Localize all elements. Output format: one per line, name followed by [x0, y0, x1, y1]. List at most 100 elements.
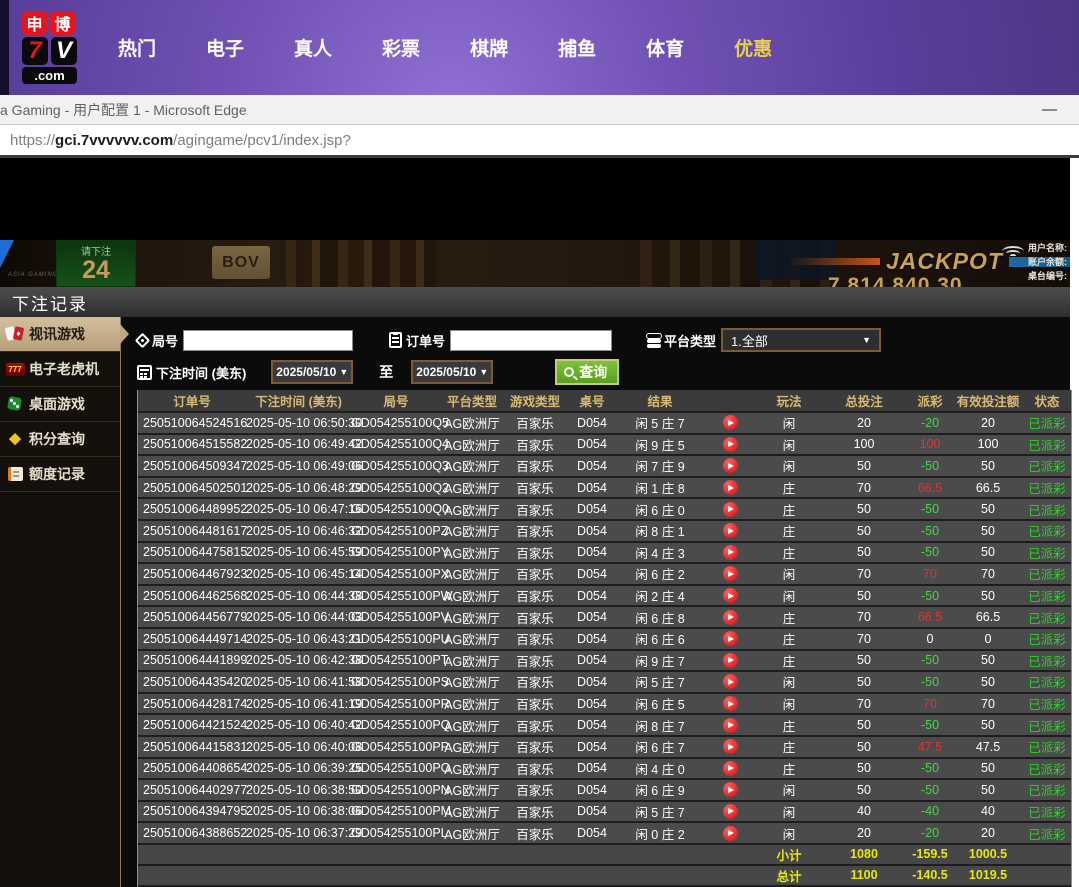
cell-order: 250510064524516: [138, 416, 246, 430]
cell-time: 2025-05-10 06:41:58: [246, 675, 351, 689]
cell-time: 2025-05-10 06:41:19: [246, 697, 351, 711]
cell-valid: 20: [953, 416, 1023, 430]
cell-payout: 0: [907, 632, 953, 646]
play-cell: [703, 480, 757, 495]
cell-result: 闲 9 庄 5: [617, 435, 703, 454]
cell-round: GD054255100PQ: [351, 718, 441, 732]
search-button[interactable]: 查询: [555, 359, 619, 385]
platform-select[interactable]: 1.全部 ▼: [721, 328, 881, 352]
cell-valid: 70: [953, 567, 1023, 581]
cell-time: 2025-05-10 06:48:29: [246, 481, 351, 495]
wifi-icon: [1002, 246, 1024, 262]
cell-tableno: D054: [567, 437, 617, 451]
replay-play-icon[interactable]: [723, 653, 738, 668]
replay-play-icon[interactable]: [723, 696, 738, 711]
cell-bet-on: 闲: [757, 413, 821, 432]
cell-round: GD054255100Q2: [351, 481, 441, 495]
cell-time: 2025-05-10 06:49:06: [246, 459, 351, 473]
play-cell: [703, 631, 757, 646]
cell-payout: -20: [907, 826, 953, 840]
replay-play-icon[interactable]: [723, 739, 738, 754]
address-url[interactable]: https://gci.7vvvvvv.com/agingame/pcv1/in…: [10, 132, 351, 149]
cell-total: 50: [821, 675, 907, 689]
table-row: 2505100645093472025-05-10 06:49:06GD0542…: [138, 456, 1071, 478]
date-from-picker[interactable]: 2025/05/10 ▼: [271, 360, 353, 384]
to-label: 至: [379, 362, 393, 382]
site-logo[interactable]: 申 博 7 V .com: [22, 11, 77, 84]
play-cell: [703, 674, 757, 689]
search-icon: [564, 367, 574, 377]
cell-total: 50: [821, 653, 907, 667]
replay-play-icon[interactable]: [723, 761, 738, 776]
sidebar-item-积分查询[interactable]: 积分查询: [0, 422, 120, 457]
sidebar-item-label: 桌面游戏: [29, 394, 85, 414]
replay-play-icon[interactable]: [723, 437, 738, 452]
table-row: 2505100644567792025-05-10 06:44:03GD0542…: [138, 607, 1071, 629]
nav-item-体育[interactable]: 体育: [621, 34, 709, 61]
nav-item-热门[interactable]: 热门: [93, 34, 181, 61]
page-title-bar: 下注记录: [0, 287, 1070, 317]
content-area: 局号 订单号 平台类型 1.全部 ▼ 下注时间 (美东) 2025/05/10 …: [121, 317, 1072, 887]
replay-play-icon[interactable]: [723, 610, 738, 625]
column-header: 玩法: [757, 391, 821, 410]
play-cell: [703, 610, 757, 625]
column-header: 结果: [617, 391, 703, 410]
sidebar-item-label: 额度记录: [29, 464, 85, 484]
active-arrow-icon: [120, 324, 129, 344]
replay-play-icon[interactable]: [723, 480, 738, 495]
cell-total: 50: [821, 459, 907, 473]
cell-result: 闲 5 庄 7: [617, 672, 703, 691]
column-header: 总投注: [821, 391, 907, 410]
cell-valid: 40: [953, 804, 1023, 818]
nav-item-电子[interactable]: 电子: [181, 34, 269, 61]
replay-play-icon[interactable]: [723, 502, 738, 517]
play-cell: [703, 718, 757, 733]
cell-total: 50: [821, 502, 907, 516]
replay-play-icon[interactable]: [723, 415, 738, 430]
nav-item-捕鱼[interactable]: 捕鱼: [533, 34, 621, 61]
cell-tableno: D054: [567, 459, 617, 473]
column-header: 游戏类型: [503, 391, 567, 410]
browser-urlbar[interactable]: https://gci.7vvvvvv.com/agingame/pcv1/in…: [0, 125, 1079, 158]
date-to-picker[interactable]: 2025/05/10 ▼: [411, 360, 493, 384]
cell-result: 闲 5 庄 7: [617, 413, 703, 432]
cell-platform: AG欧洲厅: [441, 780, 503, 799]
order-input[interactable]: [450, 330, 612, 351]
replay-play-icon[interactable]: [723, 545, 738, 560]
sidebar-menu: 视讯游戏电子老虎机桌面游戏积分查询额度记录: [0, 317, 121, 887]
sidebar-item-桌面游戏[interactable]: 桌面游戏: [0, 387, 120, 422]
cell-game: 百家乐: [503, 586, 567, 605]
cell-game: 百家乐: [503, 521, 567, 540]
replay-play-icon[interactable]: [723, 566, 738, 581]
summary-valid: 1019.5: [953, 868, 1023, 882]
cell-round: GD054255100PS: [351, 675, 441, 689]
nav-item-棋牌[interactable]: 棋牌: [445, 34, 533, 61]
nav-item-彩票[interactable]: 彩票: [357, 34, 445, 61]
cell-tableno: D054: [567, 718, 617, 732]
replay-play-icon[interactable]: [723, 804, 738, 819]
cell-time: 2025-05-10 06:38:50: [246, 783, 351, 797]
cell-round: GD054255100PM: [351, 804, 441, 818]
replay-play-icon[interactable]: [723, 523, 738, 538]
nav-item-真人[interactable]: 真人: [269, 34, 357, 61]
cell-payout: -50: [907, 502, 953, 516]
replay-play-icon[interactable]: [723, 782, 738, 797]
cell-status: 已派彩: [1023, 802, 1071, 821]
sidebar-item-电子老虎机[interactable]: 电子老虎机: [0, 352, 120, 387]
cell-time: 2025-05-10 06:43:21: [246, 632, 351, 646]
replay-play-icon[interactable]: [723, 674, 738, 689]
replay-play-icon[interactable]: [723, 588, 738, 603]
replay-play-icon[interactable]: [723, 631, 738, 646]
replay-play-icon[interactable]: [723, 458, 738, 473]
minimize-icon[interactable]: [1042, 109, 1057, 111]
window-title: a Gaming - 用户配置 1 - Microsoft Edge: [0, 100, 247, 120]
sidebar-item-视讯游戏[interactable]: 视讯游戏: [0, 317, 120, 352]
sidebar-item-额度记录[interactable]: 额度记录: [0, 457, 120, 492]
replay-play-icon[interactable]: [723, 826, 738, 841]
round-input[interactable]: [183, 330, 353, 351]
cell-result: 闲 5 庄 7: [617, 802, 703, 821]
cell-game: 百家乐: [503, 651, 567, 670]
replay-play-icon[interactable]: [723, 718, 738, 733]
cell-status: 已派彩: [1023, 651, 1071, 670]
nav-item-优惠[interactable]: 优惠: [709, 34, 797, 61]
